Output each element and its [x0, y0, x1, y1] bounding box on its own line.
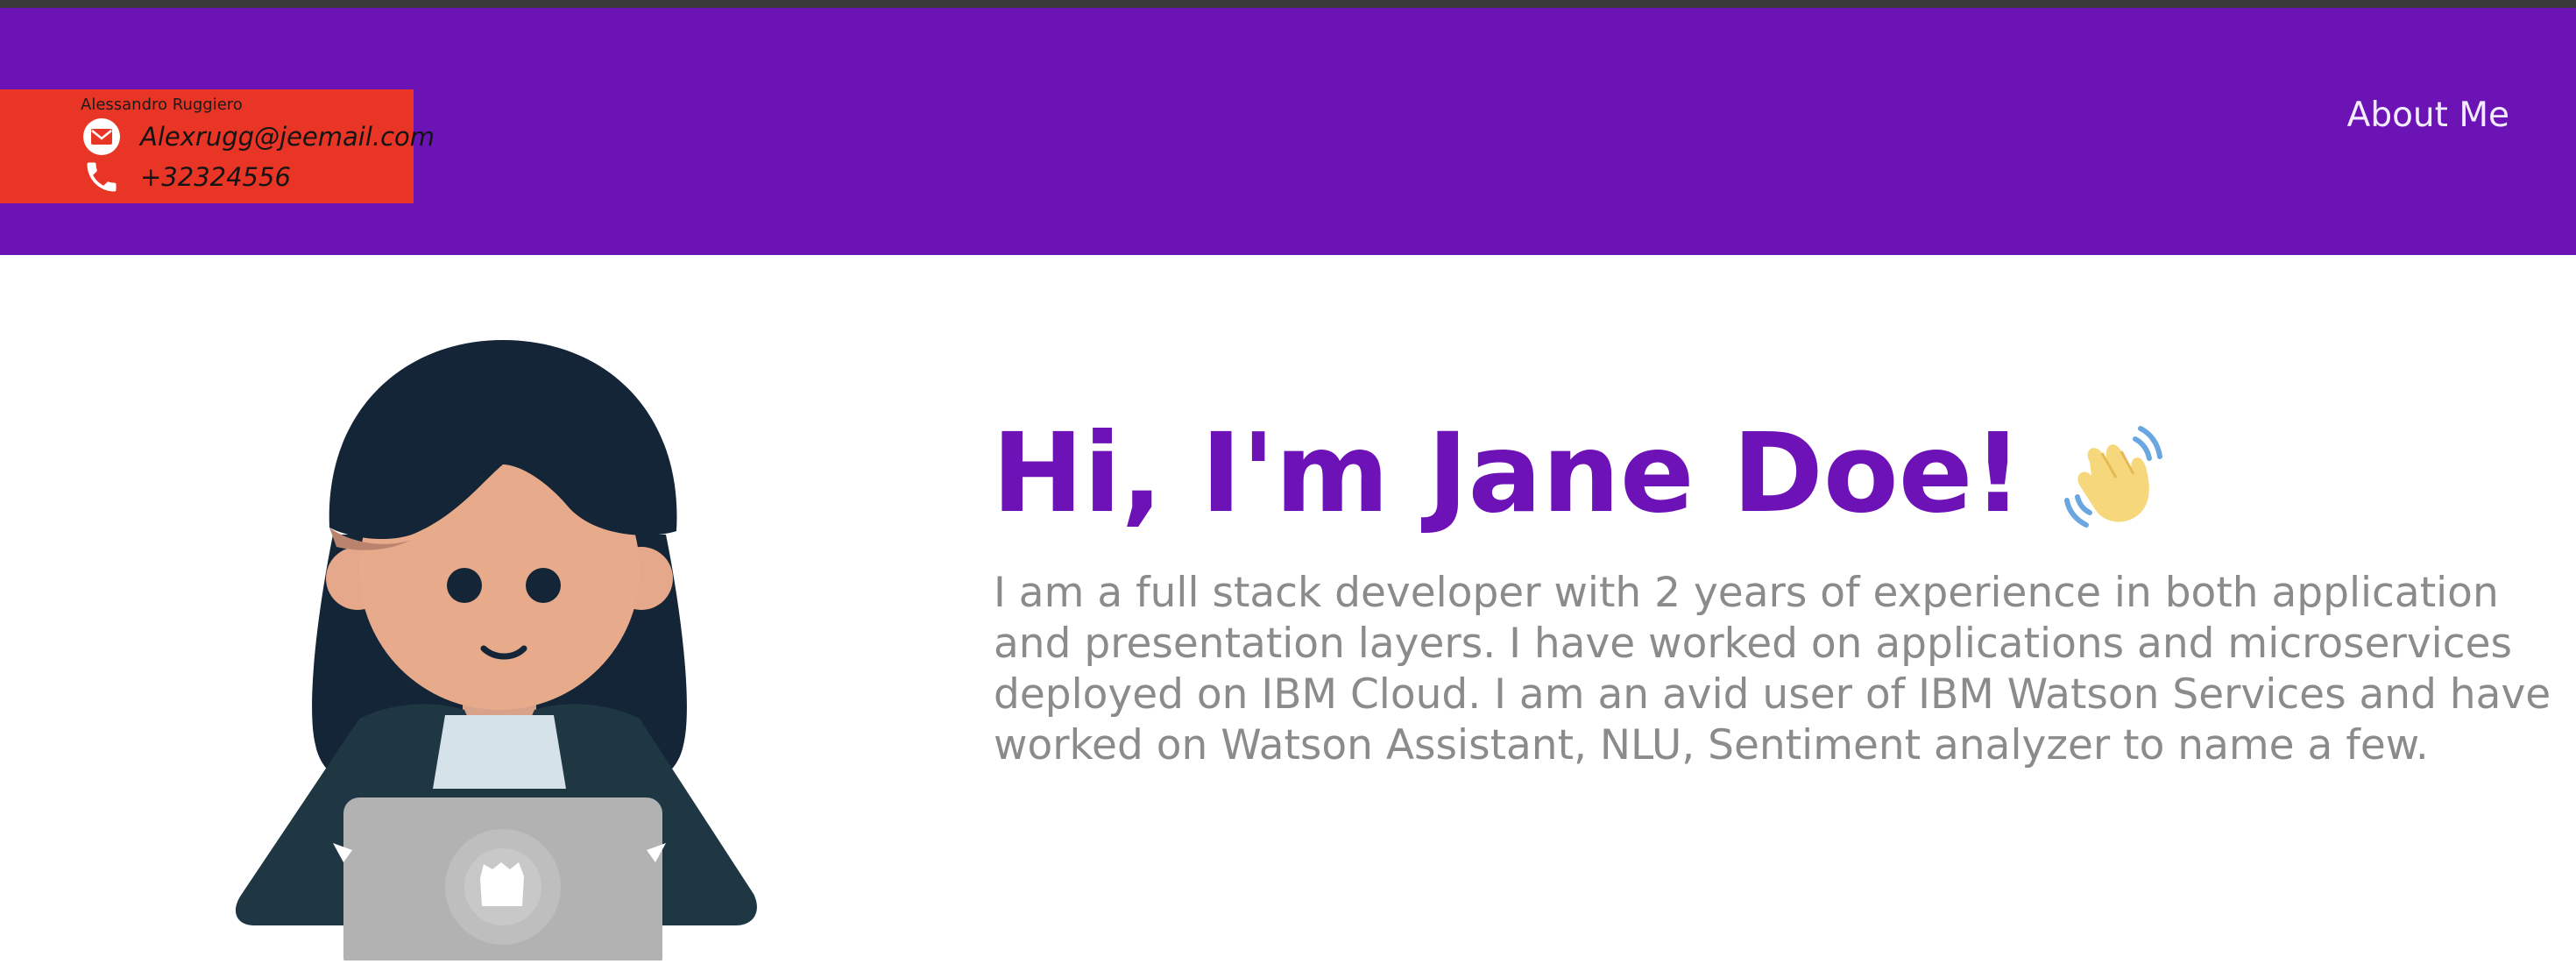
contact-name: Alessandro Ruggiero: [81, 96, 243, 114]
window-top-strip: [0, 0, 2576, 8]
contact-phone-row[interactable]: +32324556: [81, 156, 291, 198]
contact-card: Alessandro Ruggiero Alexrugg@jeemail.com…: [0, 89, 435, 203]
mail-icon: [81, 116, 123, 158]
contact-email-row[interactable]: Alexrugg@jeemail.com: [81, 116, 435, 158]
waving-hand-icon: [2056, 416, 2172, 532]
developer-avatar-illustration: [228, 333, 771, 964]
phone-icon: [81, 156, 123, 198]
nav-about-me-link[interactable]: About Me: [2347, 96, 2509, 135]
site-header: Alessandro Ruggiero Alexrugg@jeemail.com…: [0, 8, 2576, 255]
hero-heading: Hi, I'm Jane Doe!: [992, 410, 2172, 537]
hero-description: I am a full stack developer with 2 years…: [994, 569, 2551, 769]
hero-title: Hi, I'm Jane Doe!: [992, 410, 2023, 537]
contact-email[interactable]: Alexrugg@jeemail.com: [140, 122, 435, 152]
contact-phone[interactable]: +32324556: [140, 162, 291, 192]
